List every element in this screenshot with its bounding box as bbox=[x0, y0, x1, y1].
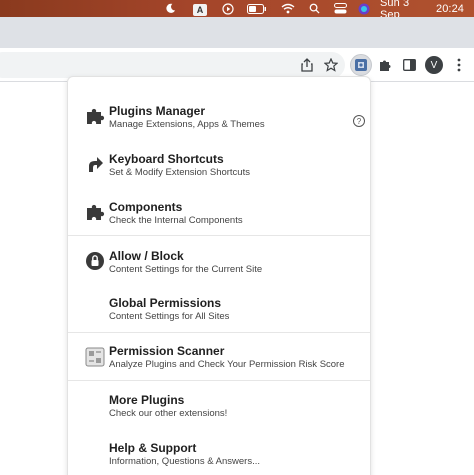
menu-item-components[interactable]: Components Check the Internal Components bbox=[68, 187, 370, 233]
menu-item-title: Keyboard Shortcuts bbox=[109, 152, 224, 166]
bookmark-star-icon[interactable] bbox=[320, 54, 342, 76]
menu-item-description: Manage Extensions, Apps & Themes bbox=[109, 119, 265, 130]
menu-item-plugins-manager[interactable]: Plugins Manager Manage Extensions, Apps … bbox=[68, 91, 370, 135]
battery-icon[interactable] bbox=[246, 0, 268, 17]
curved-arrow-icon bbox=[84, 153, 106, 175]
scanner-icon bbox=[84, 346, 106, 368]
menu-item-title: Components bbox=[109, 200, 183, 214]
help-icon[interactable]: ? bbox=[353, 115, 365, 127]
menubar-date[interactable]: Sun 3 Sep bbox=[380, 0, 430, 21]
menubar-time[interactable]: 20:24 bbox=[435, 0, 465, 17]
address-bar[interactable] bbox=[0, 52, 345, 78]
menu-item-more-plugins[interactable]: More Plugins Check our other extensions! bbox=[68, 382, 370, 428]
menu-item-permission-scanner[interactable]: Permission Scanner Analyze Plugins and C… bbox=[68, 334, 370, 380]
menu-item-title: Help & Support bbox=[109, 441, 197, 455]
menu-item-title: More Plugins bbox=[109, 393, 185, 407]
menu-divider bbox=[68, 380, 370, 381]
menu-item-description: Set & Modify Extension Shortcuts bbox=[109, 167, 250, 178]
puzzle-icon[interactable] bbox=[374, 54, 396, 76]
wifi-icon[interactable] bbox=[280, 0, 296, 17]
menu-item-help-support[interactable]: Help & Support Information, Questions & … bbox=[68, 430, 370, 475]
more-vertical-icon[interactable] bbox=[448, 54, 470, 76]
menu-item-keyboard-shortcuts[interactable]: Keyboard Shortcuts Set & Modify Extensio… bbox=[68, 139, 370, 183]
sidepanel-icon[interactable] bbox=[398, 54, 420, 76]
menu-item-allow-block[interactable]: Allow / Block Content Settings for the C… bbox=[68, 237, 370, 283]
moon-icon[interactable] bbox=[163, 0, 177, 17]
macos-menu-bar: A Sun 3 Sep 20:24 bbox=[0, 0, 474, 21]
extension-popup-menu: Plugins Manager Manage Extensions, Apps … bbox=[67, 76, 371, 475]
menu-item-title: Permission Scanner bbox=[109, 344, 225, 358]
browser-tab-strip bbox=[0, 17, 474, 48]
puzzle-icon bbox=[84, 201, 106, 223]
search-icon[interactable] bbox=[307, 0, 321, 17]
extension-active-icon[interactable] bbox=[350, 54, 372, 76]
menu-divider bbox=[68, 332, 370, 333]
menu-item-title: Global Permissions bbox=[109, 296, 222, 310]
menu-item-description: Check our other extensions! bbox=[109, 408, 228, 419]
input-source-icon[interactable]: A bbox=[192, 0, 208, 17]
play-icon[interactable] bbox=[221, 0, 235, 17]
menu-item-description: Content Settings for All Sites bbox=[109, 311, 230, 322]
menu-item-description: Content Settings for the Current Site bbox=[109, 264, 263, 275]
puzzle-icon bbox=[84, 105, 106, 127]
menu-item-description: Check the Internal Components bbox=[109, 215, 243, 226]
menu-item-title: Allow / Block bbox=[109, 249, 184, 263]
menu-item-description: Information, Questions & Answers... bbox=[109, 456, 261, 467]
siri-icon[interactable] bbox=[357, 0, 371, 17]
menu-item-title: Plugins Manager bbox=[109, 104, 206, 118]
share-icon[interactable] bbox=[296, 54, 318, 76]
profile-avatar[interactable]: V bbox=[425, 56, 443, 74]
menu-item-description: Analyze Plugins and Check Your Permissio… bbox=[109, 359, 345, 370]
lock-icon bbox=[84, 250, 106, 272]
menu-item-global-permissions[interactable]: Global Permissions Content Settings for … bbox=[68, 285, 370, 331]
menu-divider bbox=[68, 235, 370, 236]
control-center-icon[interactable] bbox=[332, 0, 348, 17]
